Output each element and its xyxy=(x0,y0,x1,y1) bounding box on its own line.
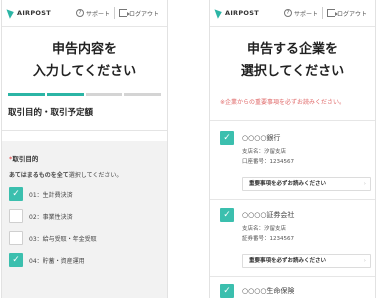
company-item[interactable]: ✓ ○○○○銀行 支店名：汐留支店 口座番号：1234567 重要事項を必ずお読… xyxy=(220,131,371,193)
page-title-line1: 申告内容を xyxy=(51,42,117,57)
logout-icon xyxy=(118,9,130,17)
purpose-option[interactable]: ✓ 04：貯蓄・資産運用 xyxy=(9,253,160,267)
progress-step xyxy=(46,93,84,96)
company-select-screen: AIRPOST ? サポート ログアウト 申告する企業を 選択してください ※企… xyxy=(209,0,376,298)
page-title-line2: 選択してください xyxy=(240,64,345,79)
page-title-line2: 入力してください xyxy=(32,64,137,79)
app-header: AIRPOST ? サポート ログアウト xyxy=(210,0,375,27)
checkbox[interactable] xyxy=(9,231,23,245)
company-item[interactable]: ✓ ○○○○生命保険 xyxy=(220,284,371,298)
progress-step xyxy=(85,93,123,96)
logout-link[interactable]: ログアウト xyxy=(115,9,163,18)
page-title-line1: 申告する企業を xyxy=(246,42,338,57)
checkbox[interactable]: ✓ xyxy=(220,131,234,145)
section-divider xyxy=(2,130,167,131)
field-hint-rest: 選択してください。 xyxy=(68,172,123,179)
logout-label: ログアウト xyxy=(128,10,159,18)
field-hint: あてはまるものを全て選択してください。 xyxy=(9,170,160,179)
progress-step xyxy=(124,93,161,96)
help-icon: ? xyxy=(75,9,84,17)
logo-mark-icon xyxy=(214,7,224,19)
option-label: 03：給与受取・年金受取 xyxy=(29,235,97,243)
read-important-button[interactable]: 重要事項を必ずお読みください › xyxy=(242,254,371,268)
logout-label: ログアウト xyxy=(336,10,367,18)
field-label-text: 取引目的 xyxy=(12,155,39,163)
company-divider xyxy=(210,120,375,121)
help-icon: ? xyxy=(283,9,292,17)
company-item[interactable]: ✓ ○○○○証券会社 支店名：汐留支店 証券番号：1234567 重要事項を必ず… xyxy=(220,208,371,270)
checkbox[interactable]: ✓ xyxy=(220,284,234,298)
app-header: AIRPOST ? サポート ログアウト xyxy=(2,0,167,27)
company-branch: 支店名：汐留支店 xyxy=(242,226,287,232)
company-name: ○○○○生命保険 xyxy=(242,287,295,295)
logo-text: AIRPOST xyxy=(17,9,51,17)
read-important-button[interactable]: 重要事項を必ずお読みください › xyxy=(242,177,371,191)
support-label: サポート xyxy=(85,10,110,18)
input-screen: AIRPOST ? サポート ログアウト 申告内容を 入力してください 取引目的… xyxy=(1,0,168,298)
field-label: *取引目的 xyxy=(9,153,160,163)
support-link[interactable]: ? サポート xyxy=(280,9,322,18)
checkbox[interactable]: ✓ xyxy=(9,253,23,267)
company-branch: 支店名：汐留支店 xyxy=(242,149,287,155)
logo[interactable]: AIRPOST xyxy=(214,7,259,19)
checkbox[interactable]: ✓ xyxy=(220,208,234,222)
purpose-option[interactable]: ✓ 01：生計費決済 xyxy=(9,187,160,201)
chevron-right-icon: › xyxy=(363,181,366,187)
company-name: ○○○○証券会社 xyxy=(242,211,295,219)
read-important-label: 重要事項を必ずお読みください xyxy=(249,181,327,187)
company-divider xyxy=(210,276,375,277)
section-title: 取引目的・取引予定額 xyxy=(8,108,94,118)
page-title: 申告する企業を 選択してください xyxy=(210,39,375,83)
read-important-label: 重要事項を必ずお読みください xyxy=(249,258,327,264)
checkbox[interactable]: ✓ xyxy=(9,187,23,201)
purpose-option[interactable]: 03：給与受取・年金受取 xyxy=(9,231,160,245)
notice-text: ※企業からの重要事項を必ずお読みください。 xyxy=(220,99,346,106)
option-label: 02：事業性決済 xyxy=(29,213,73,221)
page-title: 申告内容を 入力してください xyxy=(2,39,167,83)
support-link[interactable]: ? サポート xyxy=(72,9,114,18)
logout-link[interactable]: ログアウト xyxy=(323,9,371,18)
company-account: 口座番号：1234567 xyxy=(242,159,294,165)
logo-text: AIRPOST xyxy=(225,9,259,17)
logo[interactable]: AIRPOST xyxy=(6,7,51,19)
support-label: サポート xyxy=(293,10,318,18)
logo-mark-icon xyxy=(6,7,16,19)
company-divider xyxy=(210,199,375,200)
option-label: 01：生計費決済 xyxy=(29,191,73,199)
chevron-right-icon: › xyxy=(363,258,366,264)
purpose-option[interactable]: 02：事業性決済 xyxy=(9,209,160,223)
progress-step xyxy=(8,93,45,96)
company-name: ○○○○銀行 xyxy=(242,134,281,142)
option-label: 04：貯蓄・資産運用 xyxy=(29,257,85,265)
company-account: 証券番号：1234567 xyxy=(242,236,294,242)
logout-icon xyxy=(326,9,338,17)
purpose-form: *取引目的 あてはまるものを全て選択してください。 ✓ 01：生計費決済 02：… xyxy=(2,141,167,298)
checkbox[interactable] xyxy=(9,209,23,223)
field-hint-bold: あてはまるものを全て xyxy=(9,172,69,179)
